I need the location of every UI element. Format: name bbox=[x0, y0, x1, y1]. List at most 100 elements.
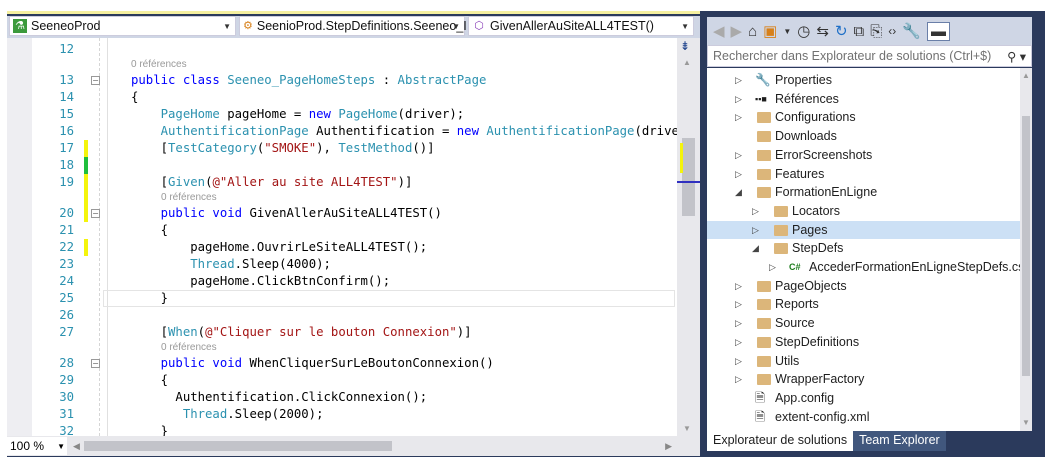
folder-icon bbox=[757, 187, 771, 199]
tree-item[interactable]: ▷ Source bbox=[707, 314, 1020, 333]
switch-views-icon[interactable]: ▣ bbox=[763, 22, 777, 40]
tree-item[interactable]: ▷ StepDefinitions bbox=[707, 333, 1020, 352]
expand-icon[interactable]: ▷ bbox=[769, 258, 776, 277]
chevron-down-icon[interactable]: ▼ bbox=[783, 27, 791, 36]
tree-scrollbar[interactable]: ▲ ▼ bbox=[1020, 68, 1032, 431]
code-line[interactable]: 25 } bbox=[7, 290, 677, 307]
code-line[interactable]: 14 { bbox=[7, 89, 677, 106]
tab-solution-explorer[interactable]: Explorateur de solutions bbox=[707, 431, 854, 451]
home-icon[interactable]: ⌂ bbox=[748, 23, 757, 40]
horizontal-scroll-thumb[interactable] bbox=[83, 441, 392, 451]
tree-item[interactable]: 🗎 extent-config.xml bbox=[707, 408, 1020, 427]
scroll-down-icon[interactable]: ▼ bbox=[683, 424, 691, 433]
code-line[interactable]: 19 [Given(@"Aller au site ALL4TEST")] bbox=[7, 174, 677, 191]
codelens-references[interactable]: 0 références bbox=[161, 192, 217, 205]
vertical-scrollbar[interactable]: ⇟ ▲ ▼ bbox=[677, 38, 700, 436]
copy-icon[interactable]: ⎘ bbox=[870, 23, 882, 40]
tree-item[interactable]: ▷ Features bbox=[707, 165, 1020, 184]
tree-item[interactable]: ▷ 🔧 Properties bbox=[707, 71, 1020, 90]
project-dropdown[interactable]: ⚗ SeeneoProd ▼ bbox=[9, 16, 236, 36]
sync-icon[interactable]: ⇆ bbox=[816, 22, 829, 40]
scroll-thumb[interactable] bbox=[1022, 116, 1030, 376]
code-line[interactable]: 27 [When(@"Cliquer sur le bouton Connexi… bbox=[7, 324, 677, 341]
code-line[interactable]: 16 AuthentificationPage Authentification… bbox=[7, 123, 677, 140]
collapse-icon[interactable]: − bbox=[91, 76, 100, 85]
view-code-icon[interactable]: ‹› bbox=[888, 24, 896, 38]
scroll-down-icon[interactable]: ▼ bbox=[1022, 418, 1030, 427]
expand-icon[interactable]: ◢ bbox=[752, 239, 759, 258]
scroll-up-icon[interactable]: ▲ bbox=[1022, 71, 1030, 80]
scroll-right-icon[interactable]: ▶ bbox=[665, 441, 672, 452]
expand-icon[interactable]: ▷ bbox=[752, 221, 759, 240]
search-icon[interactable]: ⚲ ▾ bbox=[1007, 49, 1026, 64]
code-line[interactable]: 17 [TestCategory("SMOKE"), TestMethod()] bbox=[7, 140, 677, 157]
code-line[interactable]: 13 − public class Seeneo_PageHomeSteps : A… bbox=[7, 72, 677, 89]
code-line[interactable]: 32 } bbox=[7, 423, 677, 436]
tree-item[interactable]: ▷ ▪▪■ Références bbox=[707, 90, 1020, 109]
tree-item[interactable]: ▷ Configurations bbox=[707, 108, 1020, 127]
code-line[interactable]: 23 Thread.Sleep(4000); bbox=[7, 256, 677, 273]
code-token: AuthentificationPage bbox=[486, 124, 635, 138]
tree-item[interactable]: ◢ FormationEnLigne bbox=[707, 183, 1020, 202]
expand-icon[interactable]: ▷ bbox=[752, 202, 759, 221]
expand-icon[interactable]: ▷ bbox=[735, 333, 742, 352]
expand-icon[interactable]: ▷ bbox=[735, 71, 742, 90]
tree-item[interactable]: ◢ StepDefs bbox=[707, 239, 1020, 258]
tab-team-explorer[interactable]: Team Explorer bbox=[853, 431, 946, 451]
class-dropdown[interactable]: ⚙ SeenioProd.StepDefinitions.Seeneo_I ▼ bbox=[239, 16, 467, 36]
scroll-left-icon[interactable]: ◀ bbox=[73, 441, 80, 452]
scroll-up-icon[interactable]: ▲ bbox=[683, 58, 691, 67]
code-line[interactable]: 29 { bbox=[7, 372, 677, 389]
code-line[interactable]: 21 { bbox=[7, 222, 677, 239]
code-line[interactable]: 24 pageHome.ClickBtnConfirm(); bbox=[7, 273, 677, 290]
expand-icon[interactable]: ▷ bbox=[735, 277, 742, 296]
pending-changes-icon[interactable]: ◷ bbox=[797, 22, 810, 40]
pin-icon[interactable]: ▬ bbox=[926, 21, 950, 41]
back-icon[interactable]: ◀ bbox=[713, 22, 725, 40]
tree-item[interactable]: ▷ Locators bbox=[707, 202, 1020, 221]
split-icon[interactable]: ⇟ bbox=[680, 39, 690, 53]
codelens-references[interactable]: 0 références bbox=[161, 342, 217, 355]
code-line[interactable]: 15 PageHome pageHome = new PageHome(driv… bbox=[7, 106, 677, 123]
code-line[interactable]: 18 bbox=[7, 157, 677, 174]
tree-item[interactable]: Downloads bbox=[707, 127, 1020, 146]
expand-icon[interactable]: ▷ bbox=[735, 295, 742, 314]
line-number: 24 bbox=[59, 274, 74, 288]
code-line[interactable]: 26 bbox=[7, 307, 677, 324]
scroll-thumb[interactable] bbox=[682, 138, 695, 216]
tree-item[interactable]: ▷ C# AccederFormationEnLigneStepDefs.cs bbox=[707, 258, 1020, 277]
code-line[interactable]: 30 Authentification.ClickConnexion(); bbox=[7, 389, 677, 406]
solution-search-input[interactable]: Rechercher dans Explorateur de solutions… bbox=[707, 45, 1032, 67]
tree-item[interactable]: 🗎 App.config bbox=[707, 389, 1020, 408]
refresh-icon[interactable]: ↻ bbox=[835, 22, 848, 40]
tree-item[interactable]: ▷ Utils bbox=[707, 352, 1020, 371]
tree-item[interactable]: ▷ ErrorScreenshots bbox=[707, 146, 1020, 165]
expand-icon[interactable]: ▷ bbox=[735, 314, 742, 333]
line-number: 20 bbox=[59, 206, 74, 220]
expand-icon[interactable]: ▷ bbox=[735, 146, 742, 165]
tree-item[interactable]: ▷ Pages bbox=[707, 220, 1020, 240]
codelens-references[interactable]: 0 références bbox=[131, 59, 187, 72]
tree-item[interactable]: ▷ WrapperFactory bbox=[707, 370, 1020, 389]
expand-icon[interactable]: ◢ bbox=[735, 183, 742, 202]
expand-icon[interactable]: ▷ bbox=[735, 352, 742, 371]
tree-item[interactable]: ▷ PageObjects bbox=[707, 277, 1020, 296]
member-dropdown[interactable]: ⬡ GivenAllerAuSiteALL4TEST() ▼ bbox=[468, 16, 694, 36]
properties-wrench-icon[interactable]: 🔧 bbox=[902, 22, 921, 40]
expand-icon[interactable]: ▷ bbox=[735, 90, 742, 109]
zoom-dropdown[interactable]: 100 % ▼ bbox=[7, 437, 67, 455]
expand-icon[interactable]: ▷ bbox=[735, 370, 742, 389]
code-line[interactable]: 31 Thread.Sleep(2000); bbox=[7, 406, 677, 423]
code-area[interactable]: 12 0 références 13 − public class Seeneo_Pag… bbox=[7, 38, 677, 436]
expand-icon[interactable]: ▷ bbox=[735, 108, 742, 127]
tree-item[interactable]: ▷ Reports bbox=[707, 295, 1020, 314]
forward-icon[interactable]: ▶ bbox=[731, 22, 743, 40]
collapse-icon[interactable]: − bbox=[91, 359, 100, 368]
collapse-all-icon[interactable]: ⧉ bbox=[854, 23, 865, 40]
code-line[interactable]: 12 bbox=[7, 41, 677, 58]
expand-icon[interactable]: ▷ bbox=[735, 165, 742, 184]
code-line[interactable]: 20 − public void GivenAllerAuSiteALL4TEST… bbox=[7, 205, 677, 222]
code-line[interactable]: 22 pageHome.OuvrirLeSiteALL4TEST(); bbox=[7, 239, 677, 256]
collapse-icon[interactable]: − bbox=[91, 209, 100, 218]
code-line[interactable]: 28 − public void WhenCliquerSurLeBoutonCo… bbox=[7, 355, 677, 372]
